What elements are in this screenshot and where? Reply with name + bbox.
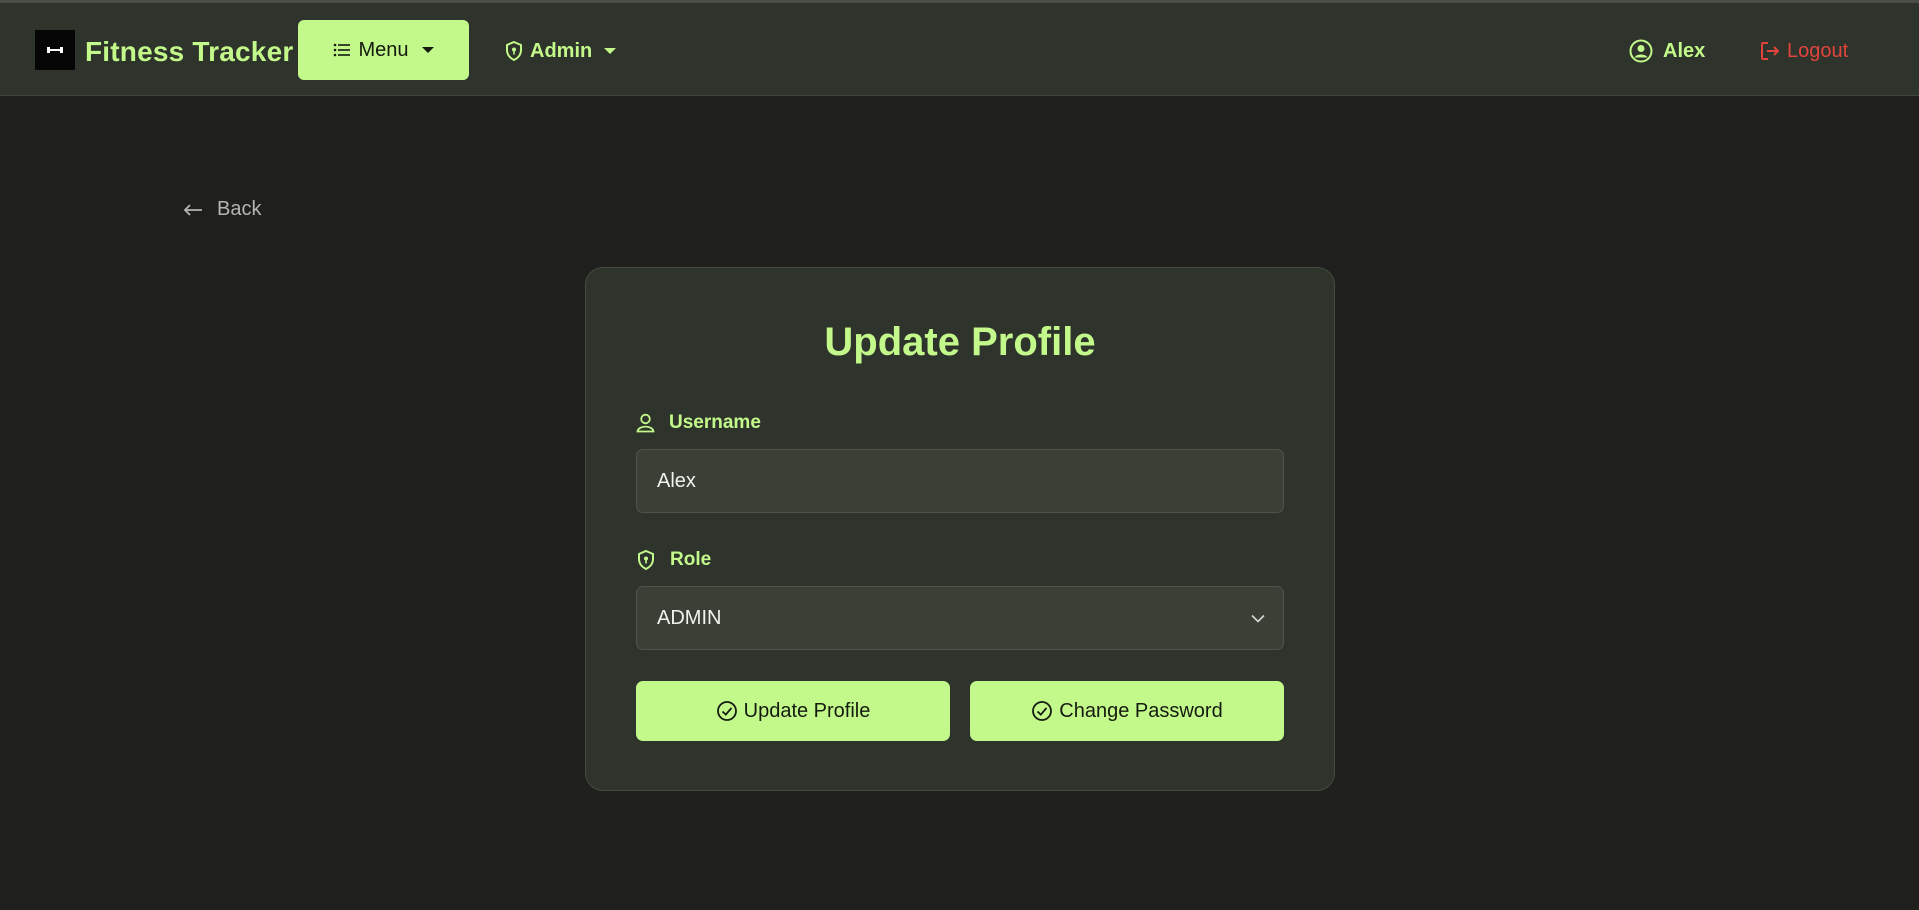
arrow-left-icon [183, 203, 202, 216]
username-field[interactable] [636, 449, 1284, 513]
back-label: Back [217, 198, 262, 220]
username-label: Username [636, 412, 761, 434]
admin-label: Admin [530, 39, 593, 62]
change-password-label: Change Password [1059, 699, 1223, 722]
update-profile-label: Update Profile [743, 699, 871, 722]
check-circle-icon [1032, 701, 1053, 721]
update-profile-button[interactable]: Update Profile [636, 681, 950, 741]
caret-down-icon [421, 47, 434, 53]
menu-label: Menu [358, 38, 409, 61]
check-circle-icon [716, 701, 737, 721]
logout-link[interactable]: Logout [1759, 36, 1848, 66]
role-select-value: ADMIN [657, 606, 722, 629]
shield-lock-icon [506, 40, 522, 62]
chevron-down-icon [1251, 614, 1265, 623]
back-link[interactable]: Back [183, 198, 261, 221]
username-label-text: Username [669, 412, 761, 433]
role-label-text: Role [670, 549, 712, 570]
page-title: Update Profile [824, 320, 1096, 364]
admin-dropdown[interactable]: Admin [504, 36, 617, 66]
update-profile-card: Update Profile Username Role ADMIN Updat… [585, 267, 1335, 791]
menu-button[interactable]: Menu [298, 20, 469, 80]
list-icon [334, 43, 351, 57]
user-name: Alex [1663, 39, 1706, 62]
user-circle-icon [1629, 39, 1653, 63]
dumbbell-icon[interactable] [35, 30, 75, 70]
shield-lock-icon [638, 549, 654, 571]
role-select[interactable]: ADMIN [636, 586, 1284, 650]
user-icon [636, 413, 655, 433]
role-label: Role [636, 549, 711, 571]
user-profile-link[interactable]: Alex [1629, 36, 1705, 66]
navbar: Fitness Tracker Menu Admin Alex Logout [0, 3, 1919, 96]
brand-title[interactable]: Fitness Tracker [85, 36, 293, 68]
change-password-button[interactable]: Change Password [970, 681, 1284, 741]
logout-label: Logout [1787, 39, 1849, 62]
caret-down-icon [604, 48, 617, 54]
logout-icon [1761, 42, 1780, 60]
